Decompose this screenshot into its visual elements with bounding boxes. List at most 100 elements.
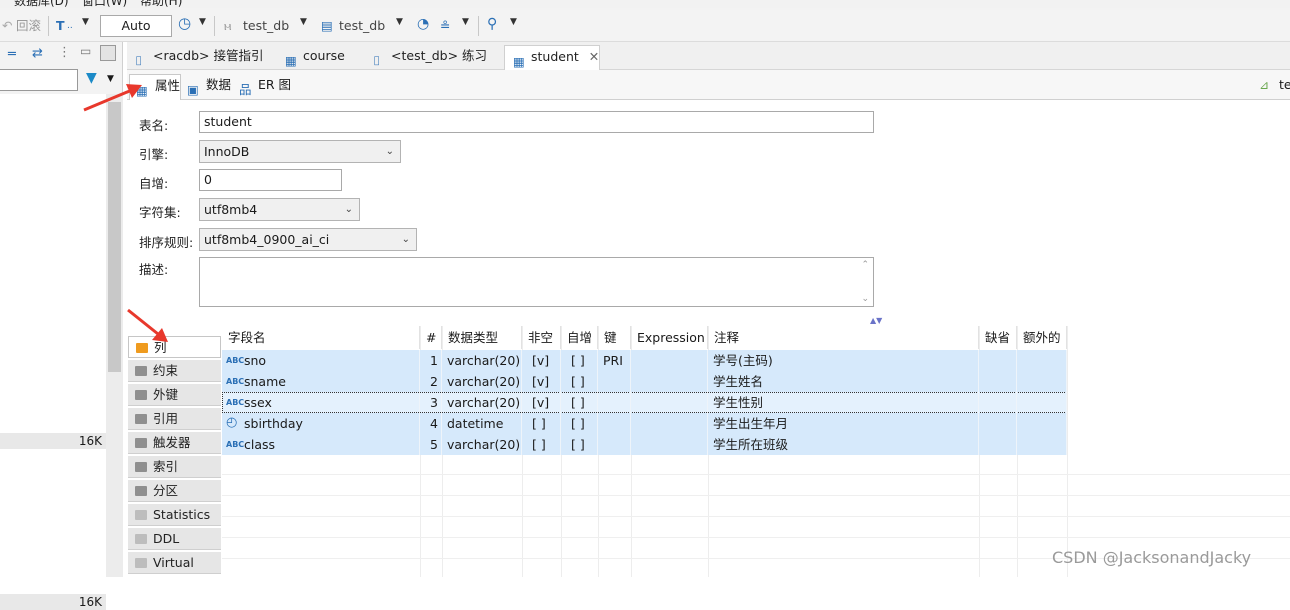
- right-hint[interactable]: te: [1279, 77, 1290, 92]
- cell-ordinal[interactable]: 1: [420, 350, 442, 371]
- cell-expression[interactable]: [631, 413, 708, 434]
- splitter-handle-icon[interactable]: ▲▼: [870, 316, 882, 325]
- menu-window[interactable]: 窗口(W): [82, 0, 127, 8]
- section-ddl[interactable]: DDL: [128, 528, 221, 550]
- header-default[interactable]: 缺省: [979, 326, 1017, 349]
- cell-extra[interactable]: [1017, 413, 1067, 434]
- navigator-tree[interactable]: 16K 16K: [0, 94, 106, 610]
- cell-comment[interactable]: 学生姓名: [708, 371, 979, 392]
- cell-default[interactable]: [979, 434, 1017, 455]
- cell-column-name[interactable]: ABC sname: [222, 371, 420, 392]
- cell-not-null[interactable]: [v]: [522, 392, 561, 413]
- cell-ordinal[interactable]: 5: [420, 434, 442, 455]
- maximize-icon[interactable]: [100, 45, 116, 61]
- chevron-down-icon[interactable]: ▼: [462, 17, 469, 27]
- cell-data-type[interactable]: varchar(20): [442, 392, 522, 413]
- tab-racdb-guide[interactable]: ⌷ <racdb> 接管指引: [127, 45, 275, 70]
- cell-key[interactable]: [598, 371, 631, 392]
- menu-help[interactable]: 帮助(H): [140, 0, 182, 8]
- cell-default[interactable]: [979, 413, 1017, 434]
- tab-properties[interactable]: ▦ 属性: [129, 74, 181, 100]
- tab-test-db-practice[interactable]: ⌷ <test_db> 练习: [365, 45, 501, 70]
- cell-extra[interactable]: [1017, 371, 1067, 392]
- cell-ordinal[interactable]: 2: [420, 371, 442, 392]
- cell-column-name[interactable]: ABC ssex: [222, 392, 420, 413]
- tab-student[interactable]: ▦ student ✕: [504, 45, 600, 70]
- link-editor-icon[interactable]: ⇄: [32, 46, 43, 61]
- cell-not-null[interactable]: [v]: [522, 371, 561, 392]
- more-icon[interactable]: ⋮: [58, 45, 71, 60]
- minimize-icon[interactable]: ▭: [80, 44, 91, 58]
- menu-database[interactable]: 数据库(D): [14, 0, 69, 8]
- chevron-down-icon[interactable]: ▼: [510, 17, 517, 27]
- section-triggers[interactable]: 触发器: [128, 432, 221, 454]
- cell-data-type[interactable]: datetime: [442, 413, 522, 434]
- table-row[interactable]: ABC class 5 varchar(20) [ ] [ ] 学生所在班级: [222, 434, 1067, 455]
- table-row[interactable]: ◴ sbirthday 4 datetime [ ] [ ] 学生出生年月: [222, 413, 1067, 434]
- collapse-icon[interactable]: ═: [8, 47, 16, 62]
- cell-expression[interactable]: [631, 434, 708, 455]
- transaction-mode-icon[interactable]: T: [56, 17, 65, 35]
- section-partitions[interactable]: 分区: [128, 480, 221, 502]
- close-icon[interactable]: ✕: [589, 49, 599, 64]
- commit-mode-select[interactable]: Auto: [100, 15, 172, 37]
- section-references[interactable]: 引用: [128, 408, 221, 430]
- cell-expression[interactable]: [631, 371, 708, 392]
- chevron-down-icon[interactable]: ▼: [300, 17, 307, 27]
- section-virtual[interactable]: Virtual: [128, 552, 221, 574]
- header-extra[interactable]: 额外的: [1017, 326, 1067, 349]
- tab-course[interactable]: ▦ course: [277, 45, 363, 70]
- cell-key[interactable]: PRI: [598, 350, 631, 371]
- header-data-type[interactable]: 数据类型: [442, 326, 522, 349]
- scroll-up-icon[interactable]: ⌃: [861, 260, 869, 270]
- chevron-down-icon[interactable]: ▼: [199, 17, 206, 27]
- navigator-filter-input[interactable]: [0, 69, 78, 91]
- cell-not-null[interactable]: [v]: [522, 350, 561, 371]
- cell-auto-increment[interactable]: [ ]: [561, 350, 598, 371]
- chevron-down-icon[interactable]: ▼: [82, 17, 89, 27]
- header-expression[interactable]: Expression: [631, 326, 708, 349]
- header-column-name[interactable]: 字段名: [222, 326, 420, 349]
- table-row[interactable]: ABC sno 1 varchar(20) [v] [ ] PRI 学号(主码): [222, 350, 1067, 371]
- filter-icon[interactable]: ▼: [86, 70, 97, 86]
- pin-icon[interactable]: ⊿: [1259, 78, 1269, 92]
- cell-not-null[interactable]: [ ]: [522, 434, 561, 455]
- cell-column-name[interactable]: ABC sno: [222, 350, 420, 371]
- cell-auto-increment[interactable]: [ ]: [561, 392, 598, 413]
- cell-default[interactable]: [979, 392, 1017, 413]
- cell-auto-increment[interactable]: [ ]: [561, 413, 598, 434]
- cell-auto-increment[interactable]: [ ]: [561, 434, 598, 455]
- cell-expression[interactable]: [631, 350, 708, 371]
- active-schema[interactable]: test_db: [339, 17, 385, 35]
- section-columns[interactable]: 列: [128, 336, 221, 358]
- cell-ordinal[interactable]: 3: [420, 392, 442, 413]
- auto-increment-input[interactable]: 0: [199, 169, 342, 191]
- cell-default[interactable]: [979, 350, 1017, 371]
- tab-er-diagram[interactable]: 品 ER 图: [233, 74, 291, 100]
- columns-table[interactable]: 字段名 # 数据类型 非空 自增 键 Expression 注释 缺省 额外的 …: [222, 326, 1290, 577]
- collation-select[interactable]: utf8mb4_0900_ai_ci ⌄: [199, 228, 417, 251]
- cell-comment[interactable]: 学生所在班级: [708, 434, 979, 455]
- table-row[interactable]: ABC sname 2 varchar(20) [v] [ ] 学生姓名: [222, 371, 1067, 392]
- cell-auto-increment[interactable]: [ ]: [561, 371, 598, 392]
- header-auto-increment[interactable]: 自增: [561, 326, 598, 349]
- chevron-down-icon[interactable]: ▼: [107, 74, 114, 84]
- section-constraints[interactable]: 约束: [128, 360, 221, 382]
- cell-default[interactable]: [979, 371, 1017, 392]
- engine-select[interactable]: InnoDB ⌄: [199, 140, 401, 163]
- cell-data-type[interactable]: varchar(20): [442, 434, 522, 455]
- cell-column-name[interactable]: ABC class: [222, 434, 420, 455]
- active-datasource[interactable]: test_db: [243, 17, 289, 35]
- cell-ordinal[interactable]: 4: [420, 413, 442, 434]
- cell-column-name[interactable]: ◴ sbirthday: [222, 413, 420, 434]
- navigator-scroll-thumb[interactable]: [108, 102, 121, 372]
- cell-not-null[interactable]: [ ]: [522, 413, 561, 434]
- rollback-button[interactable]: 回滚: [16, 17, 41, 35]
- cell-comment[interactable]: 学生出生年月: [708, 413, 979, 434]
- chevron-down-icon[interactable]: ▼: [396, 17, 403, 27]
- cell-data-type[interactable]: varchar(20): [442, 371, 522, 392]
- header-ordinal[interactable]: #: [420, 326, 442, 349]
- cell-key[interactable]: [598, 434, 631, 455]
- cell-data-type[interactable]: varchar(20): [442, 350, 522, 371]
- table-name-input[interactable]: student: [199, 111, 874, 133]
